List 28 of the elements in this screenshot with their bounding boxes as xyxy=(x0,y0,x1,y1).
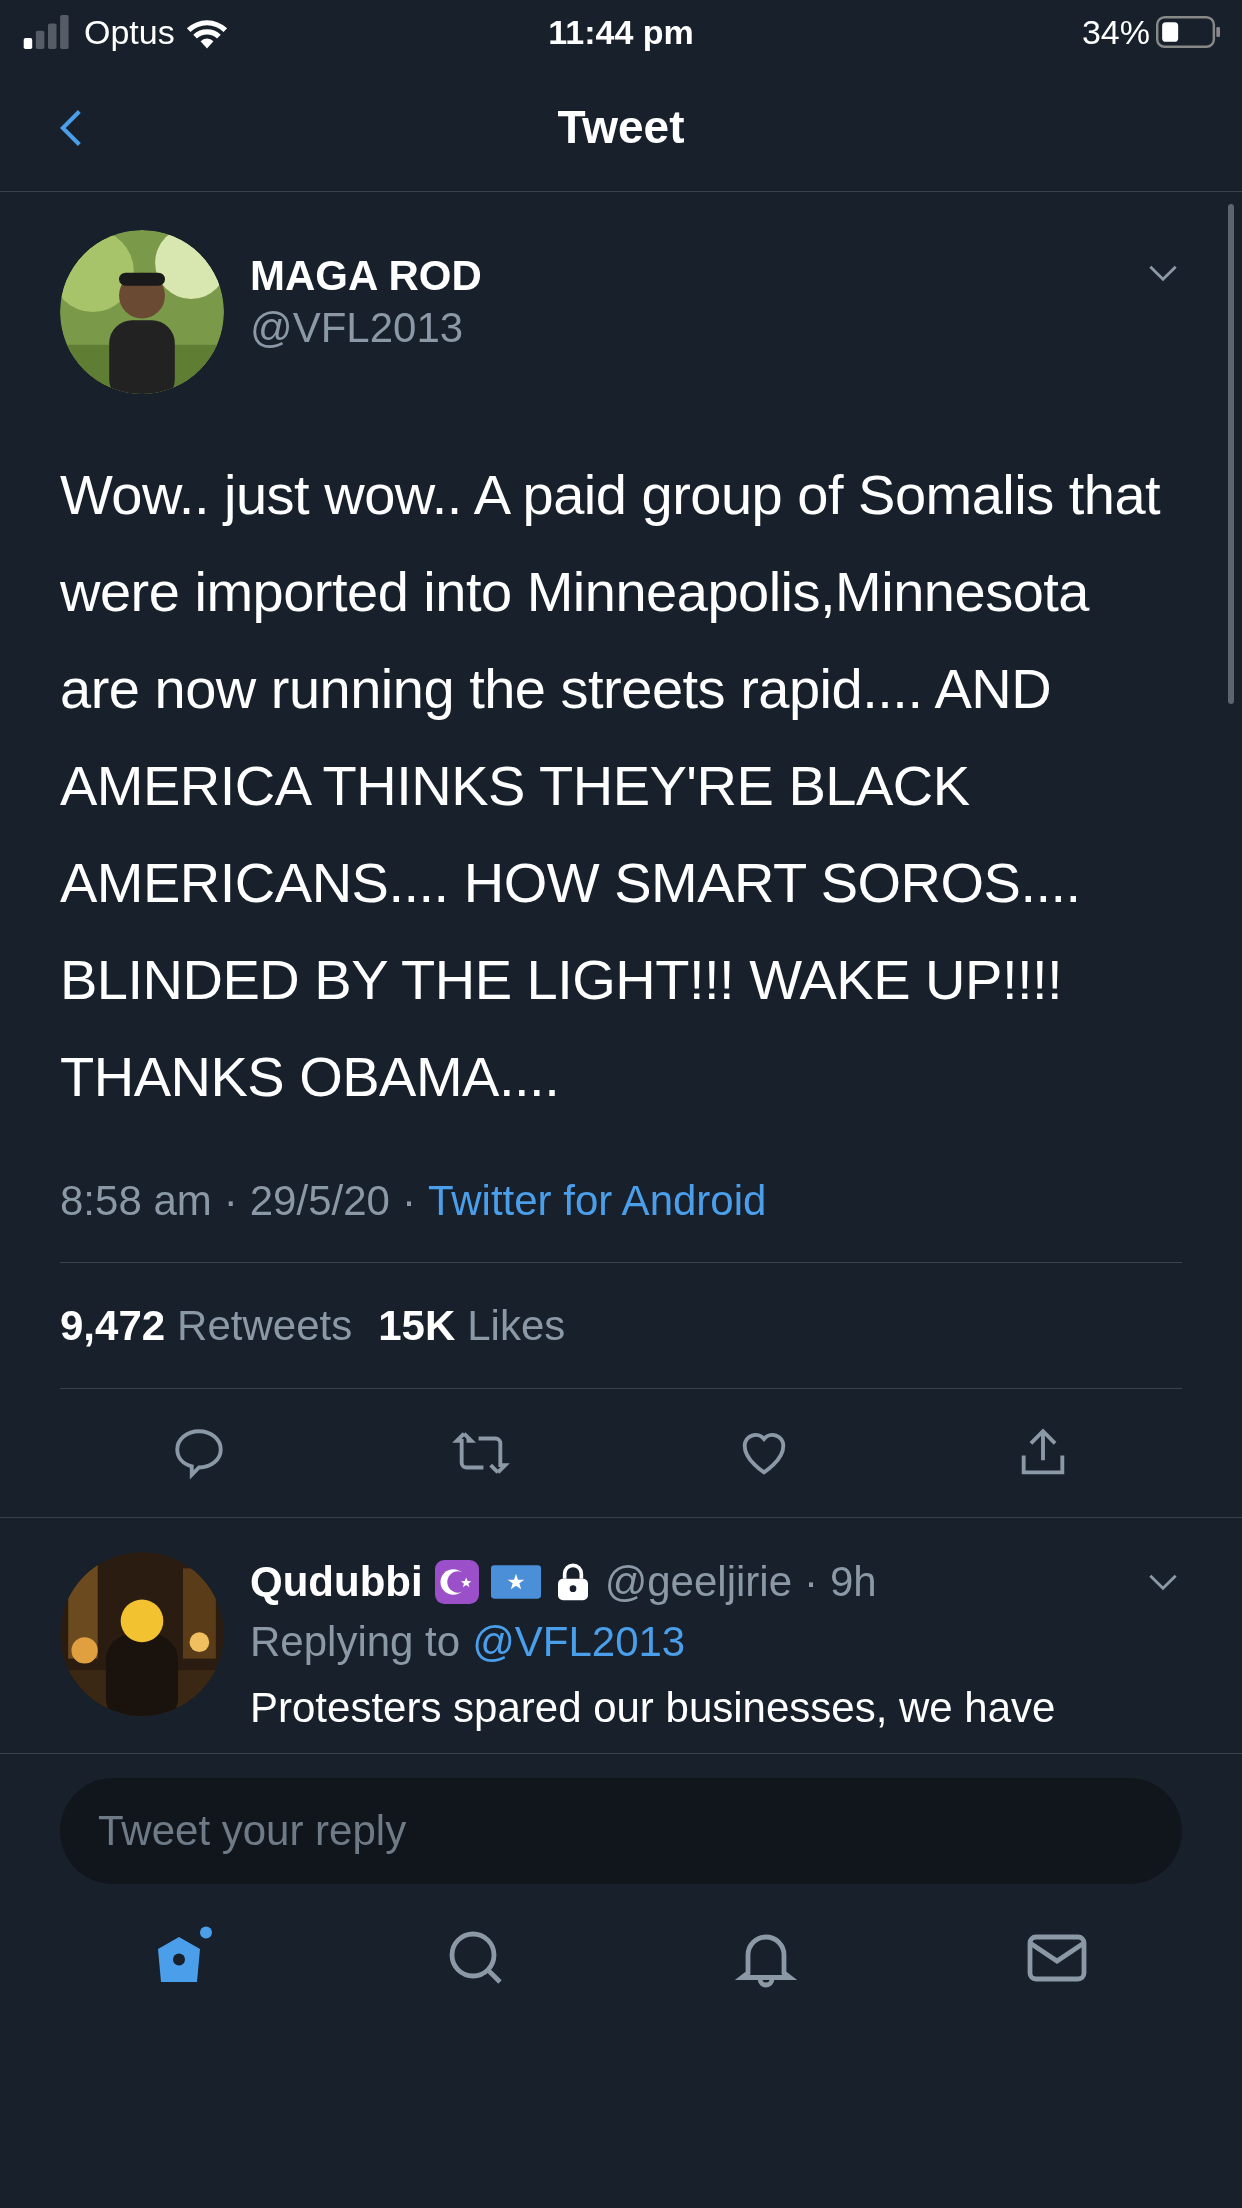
reply-author-handle[interactable]: @geeljirie xyxy=(604,1552,792,1612)
stat-label[interactable]: Retweets xyxy=(177,1294,353,1357)
tweet-date: 29/5/20 xyxy=(249,1176,390,1226)
separator-dot: · xyxy=(223,1176,238,1226)
stat-count[interactable]: 15K xyxy=(378,1294,456,1357)
carrier-name: Optus xyxy=(84,11,175,53)
reply-author-name[interactable]: Qudubbi xyxy=(250,1552,423,1612)
reply-text: Protesters spared our businesses, we have xyxy=(250,1683,1057,1733)
clock-time: 11:44 pm xyxy=(548,11,694,53)
flag-icon xyxy=(490,1565,541,1599)
tweet-text: Wow.. just wow.. A paid group of Somalis that were imported into Minneapolis,Minnesota are now running the streets rapid.... AND AMERICA THINKS THEY'RE BLACK AMERICANS.... HOW SMART SOROS.... BLINDED BY THE LIGHT!!! WAKE UP!!!! THANKS OBAMA.... xyxy=(60,462,1162,1110)
mention-link[interactable]: @VFL2013 xyxy=(472,1612,686,1672)
reply-age: 9h xyxy=(830,1557,877,1607)
stat-count[interactable]: 9,472 xyxy=(60,1294,166,1357)
separator-dot: · xyxy=(804,1557,818,1607)
author-name[interactable]: MAGA ROD xyxy=(250,250,1118,302)
scrollbar[interactable] xyxy=(1228,204,1234,704)
battery-icon xyxy=(1156,16,1220,48)
stat-label[interactable]: Likes xyxy=(467,1294,566,1357)
replying-label: Replying to xyxy=(250,1617,461,1667)
source-link[interactable]: Twitter for Android xyxy=(427,1169,767,1232)
page-title: Tweet xyxy=(557,100,685,155)
author-handle[interactable]: @VFL2013 xyxy=(250,302,1118,354)
tweet-time: 8:58 am xyxy=(60,1176,212,1226)
battery-percent: 34% xyxy=(1081,11,1150,53)
separator-dot: · xyxy=(401,1176,416,1226)
reply-input-field[interactable]: Tweet your reply xyxy=(60,1778,1182,1884)
star-crescent-icon xyxy=(434,1560,479,1604)
